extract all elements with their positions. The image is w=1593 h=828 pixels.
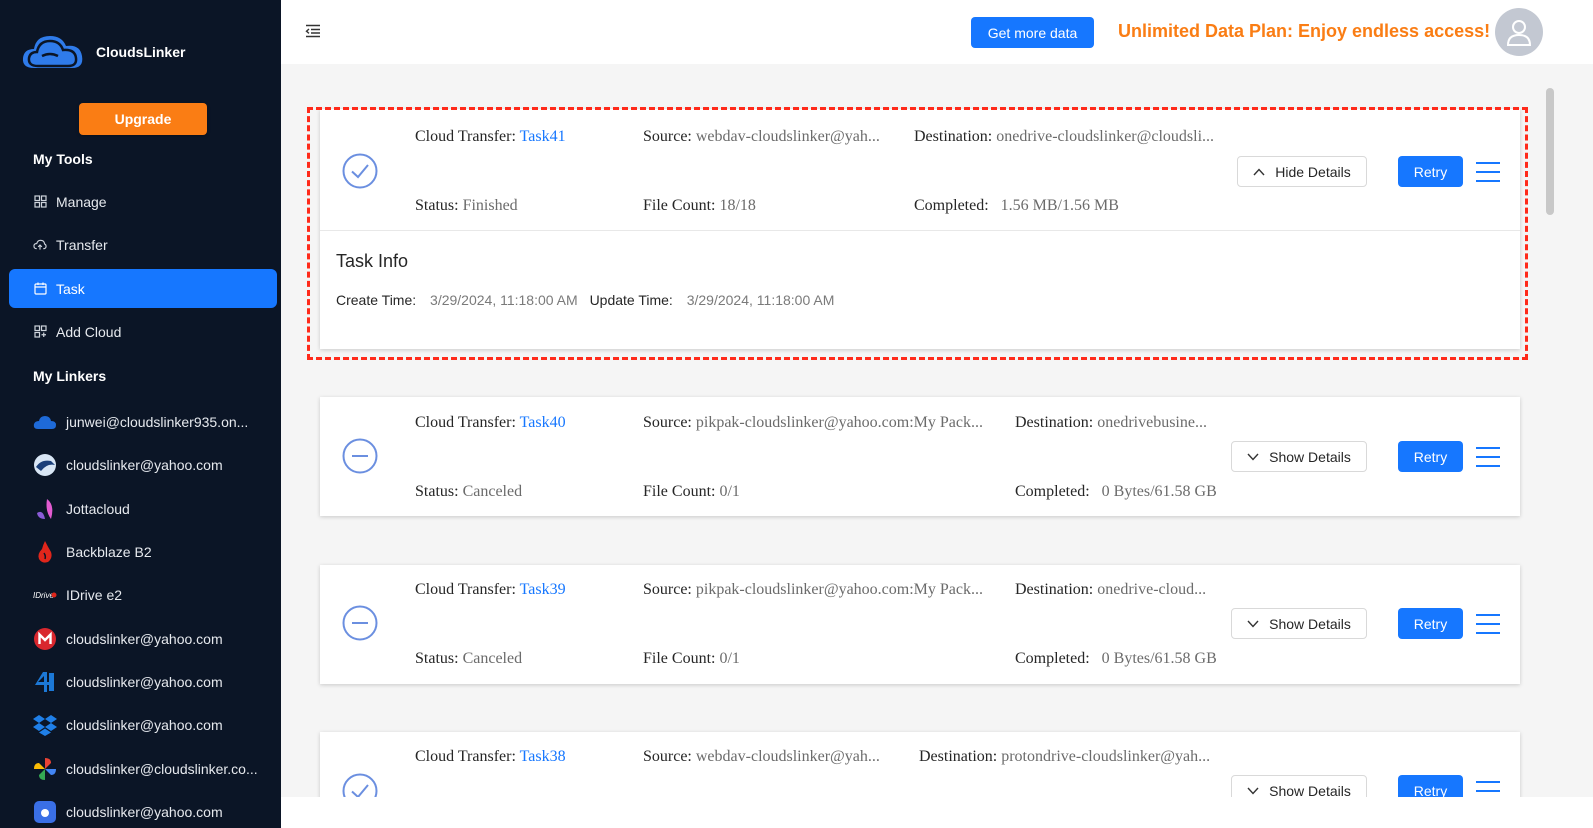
cloud-app-icon (33, 800, 57, 824)
mega-icon (33, 627, 57, 651)
check-circle-icon (342, 773, 378, 797)
task-card: Cloud Transfer: Task39 Source: pikpak-cl… (320, 565, 1520, 684)
task-status-field: Status: Canceled (415, 650, 523, 667)
more-menu-icon[interactable] (1476, 614, 1500, 634)
svg-text:IDrive: IDrive (33, 591, 54, 600)
task-source-field: Source: webdav-cloudslinker@yah... (643, 748, 880, 765)
pcloud-icon (33, 453, 57, 477)
cloud-transfer-icon (33, 238, 47, 252)
sidebar: CloudsLinker Upgrade My Tools Manage Tra… (0, 0, 281, 828)
task-file-count-field: File Count: 0/1 (643, 483, 740, 500)
idrive-icon: IDrive (33, 583, 57, 607)
linker-label: junwei@cloudslinker935.on... (66, 414, 249, 430)
sidebar-item-add-cloud[interactable]: Add Cloud (9, 312, 277, 351)
show-details-button[interactable]: Show Details (1231, 775, 1367, 797)
minus-circle-icon (342, 438, 378, 474)
linker-label: cloudslinker@yahoo.com (66, 631, 223, 647)
show-details-button[interactable]: Show Details (1231, 608, 1367, 639)
retry-button[interactable]: Retry (1398, 775, 1463, 797)
my-tools-title: My Tools (33, 151, 93, 167)
my-linkers-title: My Linkers (33, 368, 107, 384)
app-logo[interactable]: CloudsLinker (20, 26, 185, 78)
retry-button[interactable]: Retry (1398, 441, 1463, 472)
app-name: CloudsLinker (96, 44, 186, 60)
task-name-link[interactable]: Task40 (520, 414, 566, 431)
minus-circle-icon (342, 605, 378, 641)
linker-item[interactable]: cloudslinker@yahoo.com (33, 713, 273, 737)
task-status-field: Status: Canceled (415, 483, 523, 500)
sidebar-item-manage[interactable]: Manage (9, 182, 277, 221)
task-completed-field: Completed: 0 Bytes/61.58 GB (1015, 650, 1217, 667)
task-name-field: Cloud Transfer: Task39 (415, 581, 566, 598)
task-destination-field: Destination: protondrive-cloudslinker@ya… (919, 748, 1211, 765)
onedrive-icon (33, 410, 57, 434)
linker-label: cloudslinker@yahoo.com (66, 457, 223, 473)
get-more-data-button[interactable]: Get more data (971, 17, 1094, 48)
linker-item[interactable]: cloudslinker@cloudslinker.co... (33, 757, 273, 781)
cloudslinker-logo-icon (22, 36, 83, 68)
promo-banner[interactable]: Unlimited Data Plan: Enjoy endless acces… (1118, 21, 1490, 42)
sidebar-item-label: Task (56, 280, 85, 297)
sidebar-item-transfer[interactable]: Transfer (9, 225, 277, 264)
task-card: Cloud Transfer: Task38 Source: webdav-cl… (320, 732, 1520, 797)
linker-label: cloudslinker@yahoo.com (66, 804, 223, 820)
scrollbar-track[interactable] (1557, 64, 1593, 797)
linker-label: IDrive e2 (66, 587, 123, 603)
task-name-field: Cloud Transfer: Task40 (415, 414, 566, 431)
task-destination-field: Destination: onedrive-cloud... (1015, 581, 1207, 598)
chevron-down-icon (1247, 453, 1259, 461)
task-destination-field: Destination: onedrivebusine... (1015, 414, 1207, 431)
upgrade-button[interactable]: Upgrade (79, 103, 207, 135)
sidebar-item-task[interactable]: Task (9, 269, 277, 308)
linker-item[interactable]: junwei@cloudslinker935.on... (33, 410, 273, 434)
task-name-link[interactable]: Task39 (520, 581, 566, 598)
bottom-strip (281, 797, 1593, 828)
user-icon (1506, 20, 1532, 46)
task-name-field: Cloud Transfer: Task38 (415, 748, 566, 765)
grid-icon (33, 195, 47, 209)
linker-item[interactable]: Jottacloud (33, 497, 273, 521)
highlight-box (307, 107, 1528, 360)
backblaze-icon (33, 540, 57, 564)
dropbox-icon (33, 713, 57, 737)
task-name-link[interactable]: Task38 (520, 748, 566, 765)
linker-label: cloudslinker@yahoo.com (66, 717, 223, 733)
sidebar-item-label: Transfer (56, 236, 108, 253)
calendar-icon (33, 282, 47, 296)
more-menu-icon[interactable] (1476, 781, 1500, 797)
task-source-field: Source: pikpak-cloudslinker@yahoo.com:My… (643, 581, 983, 598)
show-details-button[interactable]: Show Details (1231, 441, 1367, 472)
linker-label: Jottacloud (66, 501, 130, 517)
task-completed-field: Completed: 0 Bytes/61.58 GB (1015, 483, 1217, 500)
avatar[interactable] (1495, 8, 1543, 56)
sidebar-item-label: Add Cloud (56, 323, 122, 340)
linker-item[interactable]: IDrive IDrive e2 (33, 583, 273, 607)
4shared-icon (33, 670, 57, 694)
task-source-field: Source: pikpak-cloudslinker@yahoo.com:My… (643, 414, 983, 431)
linker-item[interactable]: cloudslinker@yahoo.com (33, 670, 273, 694)
linker-item[interactable]: cloudslinker@yahoo.com (33, 800, 273, 824)
task-file-count-field: File Count: 0/1 (643, 650, 740, 667)
sidebar-item-label: Manage (56, 193, 107, 210)
chevron-down-icon (1247, 787, 1259, 795)
chevron-down-icon (1247, 620, 1259, 628)
jottacloud-icon (33, 497, 57, 521)
top-header: Get more data Unlimited Data Plan: Enjoy… (281, 0, 1593, 64)
linker-label: cloudslinker@yahoo.com (66, 674, 223, 690)
linker-label: Backblaze B2 (66, 544, 152, 560)
more-menu-icon[interactable] (1476, 447, 1500, 467)
linker-item[interactable]: Backblaze B2 (33, 540, 273, 564)
task-card: Cloud Transfer: Task40 Source: pikpak-cl… (320, 397, 1520, 516)
linker-item[interactable]: cloudslinker@yahoo.com (33, 453, 273, 477)
linker-label: cloudslinker@cloudslinker.co... (66, 761, 258, 777)
menu-fold-icon[interactable] (305, 24, 321, 41)
linker-item[interactable]: cloudslinker@yahoo.com (33, 627, 273, 651)
scrollbar-thumb[interactable] (1546, 88, 1554, 215)
retry-button[interactable]: Retry (1398, 608, 1463, 639)
add-grid-icon (33, 325, 47, 339)
google-photos-icon (33, 757, 57, 781)
